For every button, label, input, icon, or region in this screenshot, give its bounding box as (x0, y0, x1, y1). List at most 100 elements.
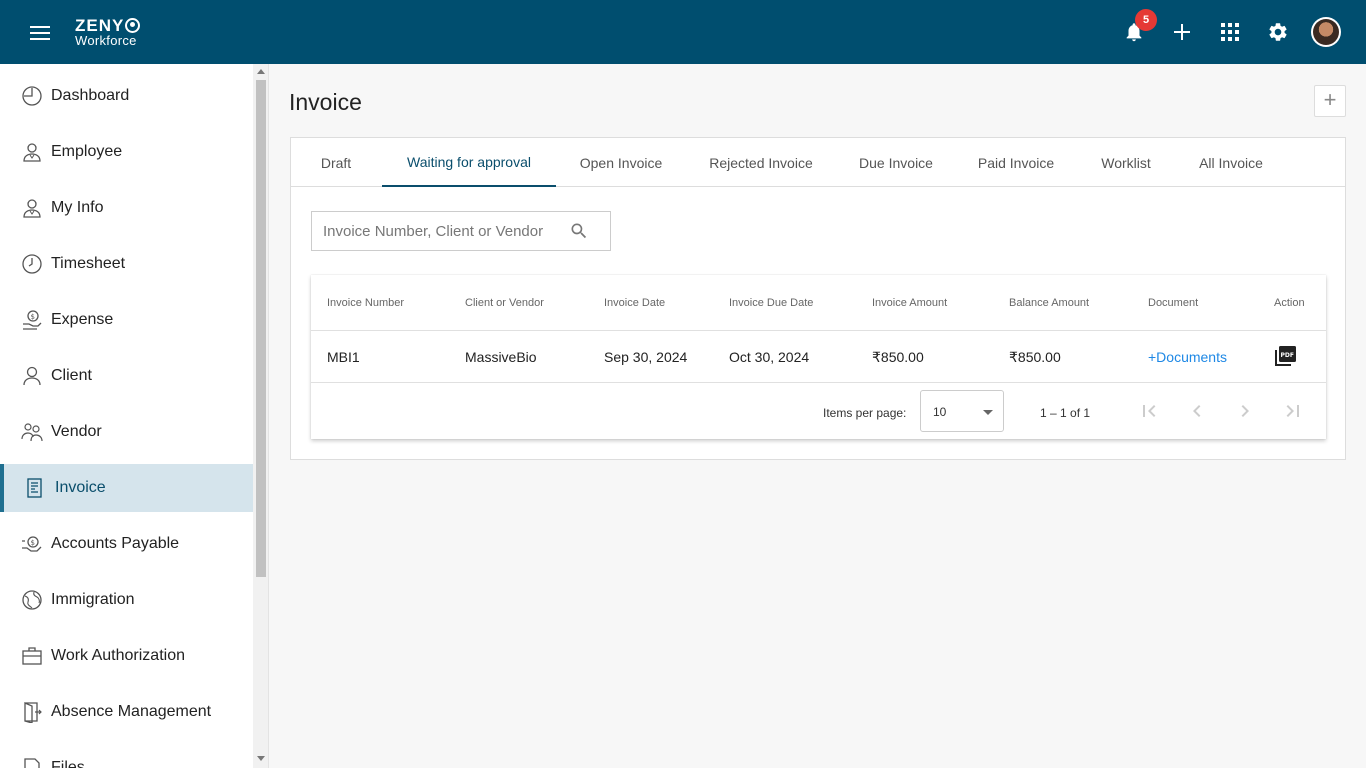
tab-draft[interactable]: Draft (301, 138, 371, 187)
sidebar-item-expense[interactable]: $ Expense (0, 296, 253, 344)
sidebar-item-label: Dashboard (51, 87, 130, 104)
tab-worklist[interactable]: Worklist (1086, 138, 1166, 187)
invoice-tabs: Draft Waiting for approval Open Invoice … (291, 138, 1345, 187)
table-header: Invoice Number Client or Vendor Invoice … (311, 275, 1326, 331)
sidebar-item-label: Files (51, 759, 85, 768)
sidebar-item-label: My Info (51, 199, 104, 216)
page-title: Invoice (289, 89, 362, 115)
cell-balance-amount: ₹850.00 (1009, 349, 1061, 365)
avatar[interactable] (1311, 17, 1341, 47)
invoice-icon (27, 478, 42, 498)
apps-grid-icon[interactable] (1216, 18, 1244, 46)
next-page-icon[interactable] (1233, 399, 1257, 423)
expense-icon: $ (23, 310, 42, 330)
client-icon (23, 366, 41, 386)
items-per-page-value: 10 (933, 405, 947, 419)
scroll-thumb[interactable] (256, 80, 266, 577)
svg-text:PDF: PDF (1281, 352, 1294, 359)
column-header-invoice-date[interactable]: Invoice Date (604, 297, 665, 309)
app-logo[interactable]: ZENY Workforce (75, 17, 141, 48)
tab-paid-invoice[interactable]: Paid Invoice (966, 138, 1066, 187)
sidebar-item-label: Vendor (51, 423, 102, 440)
cell-invoice-number: MBI1 (327, 349, 360, 365)
search-input[interactable] (312, 212, 562, 250)
pdf-icon[interactable]: PDF (1275, 345, 1297, 367)
globe-icon (22, 590, 42, 610)
add-documents-link[interactable]: +Documents (1148, 349, 1227, 365)
sidebar-item-my-info[interactable]: My Info (0, 184, 253, 232)
tab-rejected-invoice[interactable]: Rejected Invoice (696, 138, 826, 187)
column-header-document: Document (1148, 297, 1199, 309)
sidebar-item-label: Timesheet (51, 255, 126, 272)
tab-all-invoice[interactable]: All Invoice (1186, 138, 1276, 187)
plus-icon[interactable] (1168, 18, 1196, 46)
sidebar-item-absence-management[interactable]: Absence Management (0, 688, 253, 736)
add-invoice-button[interactable]: + (1314, 85, 1346, 117)
column-header-client-or-vendor[interactable]: Client or Vendor (465, 297, 544, 309)
clock-icon (22, 254, 42, 274)
sidebar-item-label: Work Authorization (51, 647, 185, 664)
sidebar-item-label: Invoice (55, 479, 106, 496)
sidebar-item-timesheet[interactable]: Timesheet (0, 240, 253, 288)
notification-badge[interactable]: 5 (1135, 9, 1157, 31)
column-header-invoice-amount[interactable]: Invoice Amount (872, 297, 947, 309)
invoice-card: Draft Waiting for approval Open Invoice … (290, 137, 1346, 460)
chevron-down-icon (983, 410, 993, 415)
tab-waiting-for-approval[interactable]: Waiting for approval (382, 138, 556, 187)
invoice-table: Invoice Number Client or Vendor Invoice … (311, 275, 1326, 439)
sidebar-item-dashboard[interactable]: Dashboard (0, 72, 253, 120)
tab-open-invoice[interactable]: Open Invoice (566, 138, 676, 187)
scroll-up-arrow-icon[interactable] (257, 69, 265, 74)
search-box (311, 211, 611, 251)
sidebar-item-employee[interactable]: Employee (0, 128, 253, 176)
my-info-icon (23, 199, 41, 218)
top-app-bar: ZENY Workforce 5 (0, 0, 1366, 64)
sidebar-item-work-authorization[interactable]: Work Authorization (0, 632, 253, 680)
sidebar-item-accounts-payable[interactable]: $ Accounts Payable (0, 520, 253, 568)
vendor-icon (21, 423, 43, 442)
cell-invoice-amount: ₹850.00 (872, 349, 924, 365)
logo-subtitle: Workforce (75, 33, 137, 48)
previous-page-icon[interactable] (1185, 399, 1209, 423)
cell-due-date: Oct 30, 2024 (729, 349, 810, 365)
scroll-down-arrow-icon[interactable] (257, 756, 265, 761)
cell-client: MassiveBio (465, 349, 537, 365)
column-header-action: Action (1274, 297, 1305, 309)
column-header-invoice-number[interactable]: Invoice Number (327, 297, 404, 309)
sidebar: Dashboard Employee My Info Timesheet $ E… (0, 64, 253, 768)
sidebar-scrollbar[interactable] (253, 64, 269, 768)
employee-icon (23, 143, 41, 162)
table-row[interactable]: MBI1 MassiveBio Sep 30, 2024 Oct 30, 202… (311, 331, 1326, 383)
cell-invoice-date: Sep 30, 2024 (604, 349, 688, 365)
files-icon (24, 758, 40, 768)
column-header-balance-amount[interactable]: Balance Amount (1009, 297, 1089, 309)
sidebar-item-invoice[interactable]: Invoice (0, 464, 253, 512)
column-header-invoice-due-date[interactable]: Invoice Due Date (729, 297, 813, 309)
items-per-page-label: Items per page: (823, 406, 907, 420)
menu-icon[interactable] (30, 26, 50, 40)
last-page-icon[interactable] (1281, 399, 1305, 423)
sidebar-item-label: Absence Management (51, 703, 212, 720)
items-per-page-select[interactable]: 10 (920, 390, 1004, 432)
svg-text:$: $ (31, 313, 35, 321)
sidebar-item-label: Client (51, 367, 92, 384)
gear-icon[interactable] (1264, 18, 1292, 46)
sidebar-item-label: Accounts Payable (51, 535, 180, 552)
sidebar-item-client[interactable]: Client (0, 352, 253, 400)
search-icon[interactable] (569, 221, 589, 241)
svg-text:$: $ (31, 539, 35, 547)
paginator: Items per page: 10 1 – 1 of 1 (311, 383, 1326, 439)
sidebar-item-label: Immigration (51, 591, 135, 608)
sidebar-item-files[interactable]: Files (0, 744, 253, 768)
page-range-label: 1 – 1 of 1 (1040, 406, 1091, 420)
sidebar-item-label: Employee (51, 143, 123, 160)
logo-mark-icon (125, 18, 141, 33)
sidebar-item-vendor[interactable]: Vendor (0, 408, 253, 456)
door-icon (24, 702, 42, 723)
dashboard-icon (22, 86, 42, 106)
briefcase-icon (22, 647, 42, 665)
accounts-payable-icon: $ (22, 536, 42, 552)
sidebar-item-immigration[interactable]: Immigration (0, 576, 253, 624)
tab-due-invoice[interactable]: Due Invoice (846, 138, 946, 187)
first-page-icon[interactable] (1137, 399, 1161, 423)
